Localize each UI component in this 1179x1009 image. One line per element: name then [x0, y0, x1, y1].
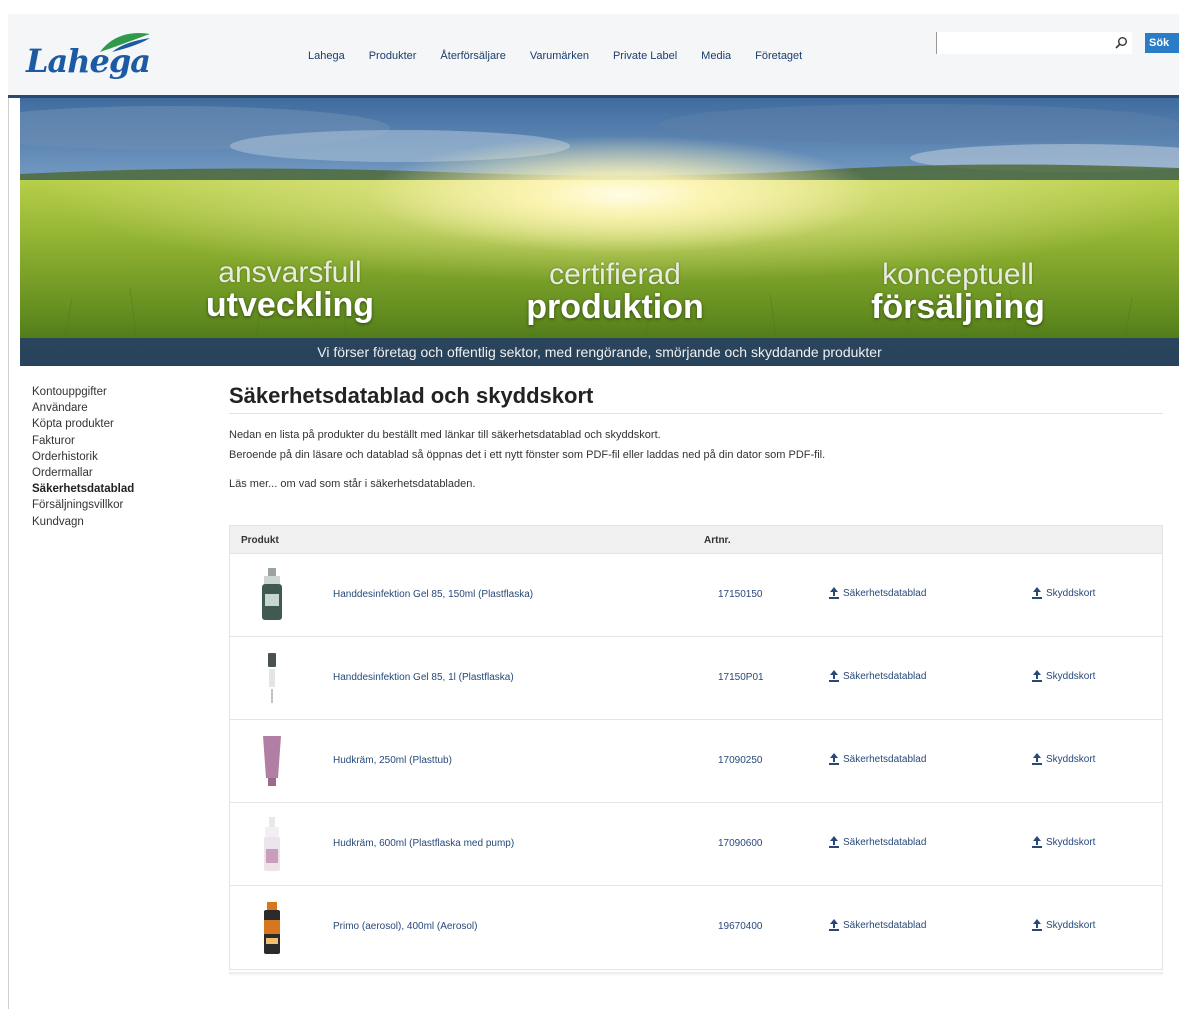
- intro-line-2: Beroende på din läsare och datablad så ö…: [229, 449, 826, 461]
- column-header-artnr: Artnr.: [704, 535, 731, 546]
- download-icon: [1032, 919, 1042, 931]
- slogan-1-thin: ansvarsfull: [218, 256, 362, 289]
- sds-label: Säkerhetsdatablad: [843, 587, 927, 599]
- nav-item-private-label[interactable]: Private Label: [613, 50, 677, 62]
- table-bottom-shadow: [229, 972, 1163, 976]
- skyddskort-download-link[interactable]: Skyddskort: [1032, 919, 1095, 931]
- intro-text: Nedan en lista på produkter du beställt …: [229, 425, 1163, 465]
- skyddskort-download-link[interactable]: Skyddskort: [1032, 587, 1095, 599]
- skyddskort-download-link[interactable]: Skyddskort: [1032, 670, 1095, 682]
- table-row: Primo (aerosol), 400ml (Aerosol) 1967040…: [230, 886, 1162, 969]
- read-more-link[interactable]: om vad som står i säkerhetsdatabladen.: [280, 478, 475, 490]
- main-content: Säkerhetsdatablad och skyddskort Nedan e…: [229, 380, 1163, 970]
- sds-download-link[interactable]: Säkerhetsdatablad: [829, 836, 926, 848]
- sds-table: Produkt Artnr. Handdesinfektion Gel 85, …: [229, 525, 1163, 970]
- column-header-product: Produkt: [241, 535, 279, 546]
- site-header: Lahega Lahega Produkter Återförsäljare V…: [8, 14, 1179, 96]
- read-more: Läs mer... om vad som står i säkerhetsda…: [229, 478, 1163, 490]
- sds-download-link[interactable]: Säkerhetsdatablad: [829, 753, 926, 765]
- slogan-2-bold: produktion: [526, 288, 704, 326]
- search-button[interactable]: Sök: [1145, 33, 1179, 53]
- download-icon: [829, 587, 839, 599]
- skyddskort-label: Skyddskort: [1046, 836, 1096, 848]
- download-icon: [829, 753, 839, 765]
- sds-download-link[interactable]: Säkerhetsdatablad: [829, 670, 926, 682]
- banner-tagline: Vi förser företag och offentlig sektor, …: [20, 338, 1179, 366]
- table-row: Handdesinfektion Gel 85, 1l (Plastflaska…: [230, 637, 1162, 720]
- table-row: Handdesinfektion Gel 85, 150ml (Plastfla…: [230, 554, 1162, 637]
- product-thumbnail: [262, 568, 282, 620]
- nav-item-media[interactable]: Media: [701, 50, 731, 62]
- sidebar-item-sakerhetsdatablad[interactable]: Säkerhetsdatablad: [32, 481, 202, 497]
- skyddskort-download-link[interactable]: Skyddskort: [1032, 836, 1095, 848]
- sds-label: Säkerhetsdatablad: [843, 919, 927, 931]
- sidebar-item-fakturor[interactable]: Fakturor: [32, 433, 202, 449]
- skyddskort-label: Skyddskort: [1046, 919, 1096, 931]
- account-sidebar: Kontouppgifter Användare Köpta produkter…: [32, 384, 202, 530]
- sidebar-item-orderhistorik[interactable]: Orderhistorik: [32, 449, 202, 465]
- sidebar-item-kundvagn[interactable]: Kundvagn: [32, 514, 202, 530]
- product-thumbnail: [263, 736, 281, 786]
- logo[interactable]: Lahega: [26, 32, 151, 84]
- sidebar-item-kopta-produkter[interactable]: Köpta produkter: [32, 416, 202, 432]
- download-icon: [1032, 753, 1042, 765]
- nav-item-produkter[interactable]: Produkter: [369, 50, 417, 62]
- sidebar-item-forsaljningsvillkor[interactable]: Försäljningsvillkor: [32, 497, 202, 513]
- search-icon[interactable]: [1114, 36, 1128, 50]
- nav-item-aterforsaljare[interactable]: Återförsäljare: [440, 50, 505, 62]
- table-row: Hudkräm, 250ml (Plasttub) 17090250 Säker…: [230, 720, 1162, 803]
- slogan-3-bold: försäljning: [871, 288, 1045, 326]
- product-thumbnail: [264, 902, 280, 954]
- sidebar-item-anvandare[interactable]: Användare: [32, 400, 202, 416]
- hero-banner: ansvarsfull utveckling certifierad produ…: [20, 98, 1179, 366]
- artnr: 17090250: [718, 755, 763, 766]
- sds-label: Säkerhetsdatablad: [843, 836, 927, 848]
- main-nav: Lahega Produkter Återförsäljare Varumärk…: [308, 50, 826, 62]
- artnr: 17090600: [718, 838, 763, 849]
- sds-download-link[interactable]: Säkerhetsdatablad: [829, 587, 926, 599]
- product-name-link[interactable]: Hudkräm, 250ml (Plasttub): [333, 755, 452, 766]
- product-thumbnail: [264, 817, 280, 871]
- slogan-1-bold: utveckling: [205, 286, 375, 324]
- sidebar-item-kontouppgifter[interactable]: Kontouppgifter: [32, 384, 202, 400]
- product-thumbnail: [268, 653, 276, 703]
- artnr: 17150150: [718, 589, 763, 600]
- sds-download-link[interactable]: Säkerhetsdatablad: [829, 919, 926, 931]
- download-icon: [1032, 587, 1042, 599]
- download-icon: [1032, 836, 1042, 848]
- skyddskort-download-link[interactable]: Skyddskort: [1032, 753, 1095, 765]
- slogan-1: ansvarsfull utveckling: [160, 256, 420, 324]
- nav-item-foretaget[interactable]: Företaget: [755, 50, 802, 62]
- sidebar-item-ordermallar[interactable]: Ordermallar: [32, 465, 202, 481]
- skyddskort-label: Skyddskort: [1046, 587, 1096, 599]
- artnr: 17150P01: [718, 672, 764, 683]
- download-icon: [829, 836, 839, 848]
- skyddskort-label: Skyddskort: [1046, 670, 1096, 682]
- search-input[interactable]: [937, 32, 1132, 54]
- nav-item-lahega[interactable]: Lahega: [308, 50, 345, 62]
- search-box: [936, 32, 1132, 54]
- download-icon: [829, 670, 839, 682]
- sds-label: Säkerhetsdatablad: [843, 670, 927, 682]
- product-name-link[interactable]: Handdesinfektion Gel 85, 1l (Plastflaska…: [333, 672, 514, 683]
- slogan-2: certifierad produktion: [490, 258, 740, 326]
- slogan-2-thin: certifierad: [549, 258, 681, 291]
- logo-text: Lahega: [26, 42, 151, 80]
- intro-line-1: Nedan en lista på produkter du beställt …: [229, 429, 661, 441]
- artnr: 19670400: [718, 921, 763, 932]
- skyddskort-label: Skyddskort: [1046, 753, 1096, 765]
- product-name-link[interactable]: Primo (aerosol), 400ml (Aerosol): [333, 921, 478, 932]
- slogan-3-thin: konceptuell: [882, 258, 1034, 291]
- read-more-prefix: Läs mer...: [229, 478, 281, 490]
- table-row: Hudkräm, 600ml (Plastflaska med pump) 17…: [230, 803, 1162, 886]
- product-name-link[interactable]: Hudkräm, 600ml (Plastflaska med pump): [333, 838, 514, 849]
- table-header: Produkt Artnr.: [230, 526, 1162, 554]
- nav-item-varumarken[interactable]: Varumärken: [530, 50, 589, 62]
- product-name-link[interactable]: Handdesinfektion Gel 85, 150ml (Plastfla…: [333, 589, 533, 600]
- slogan-3: konceptuell försäljning: [848, 258, 1068, 326]
- page-title: Säkerhetsdatablad och skyddskort: [229, 380, 1163, 414]
- download-icon: [829, 919, 839, 931]
- download-icon: [1032, 670, 1042, 682]
- sds-label: Säkerhetsdatablad: [843, 753, 927, 765]
